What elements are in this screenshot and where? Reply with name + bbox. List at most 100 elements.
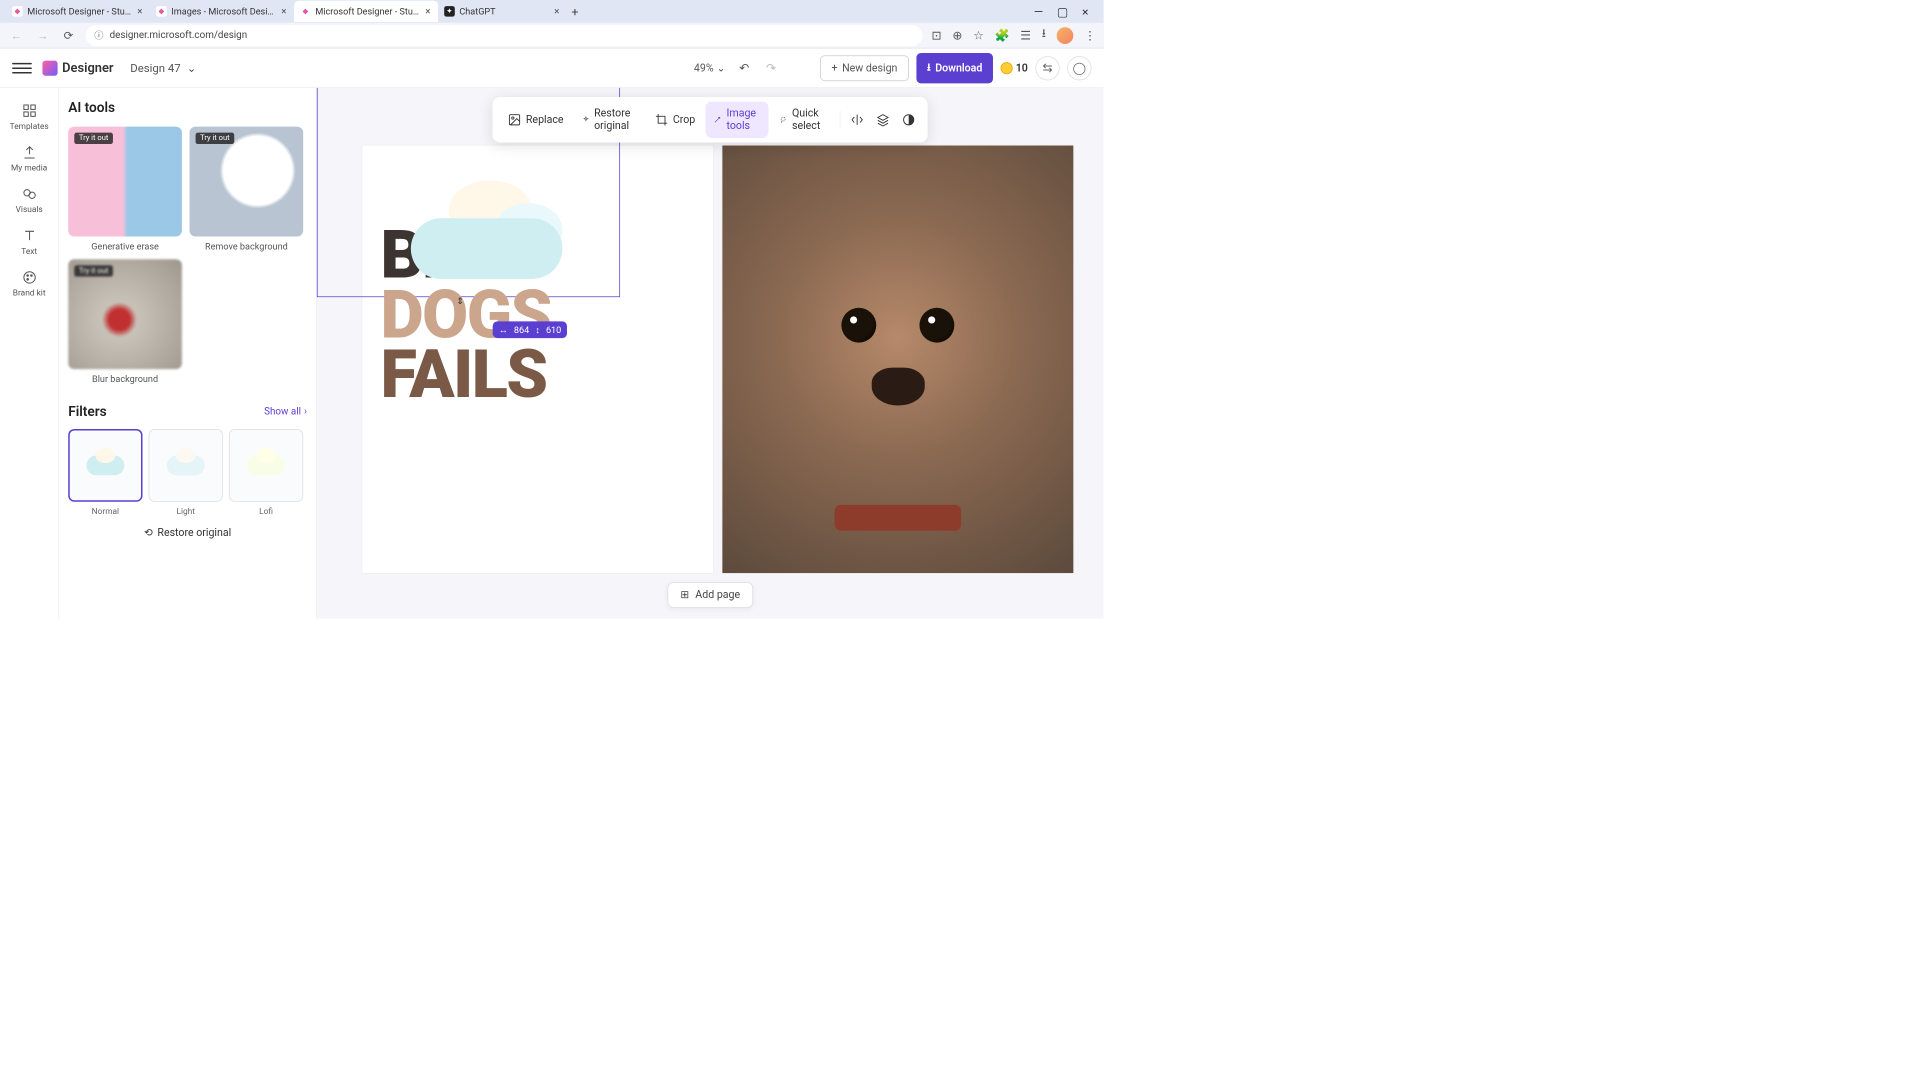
app-logo[interactable]: Designer	[42, 60, 113, 75]
rail-my-media[interactable]: My media	[6, 139, 51, 179]
share-button[interactable]: ⇆	[1035, 56, 1059, 80]
replace-button[interactable]: Replace	[500, 107, 571, 133]
maximize-icon[interactable]: ▢	[1057, 4, 1068, 18]
filter-light[interactable]: Light	[149, 429, 223, 516]
tool-remove-background[interactable]: Try it out Remove background	[190, 127, 304, 252]
design-name-dropdown[interactable]: Design 47 ⌄	[130, 61, 196, 75]
resize-handle-bottom[interactable]: ⇕	[456, 296, 467, 307]
cloud-image[interactable]	[411, 180, 563, 279]
image-icon	[508, 113, 522, 127]
download-label: Download	[935, 62, 982, 74]
window-controls: — ▢ ×	[1034, 4, 1098, 18]
favicon-icon: ◆	[156, 6, 167, 17]
canvas-page-2[interactable]	[722, 146, 1073, 574]
undo-button[interactable]: ↶	[736, 58, 752, 78]
chrome-menu-icon[interactable]: ⋮	[1084, 28, 1096, 42]
address-bar[interactable]: ⓘ	[85, 25, 922, 46]
url-input[interactable]	[110, 30, 914, 41]
visuals-icon	[22, 186, 37, 201]
rail-label: My media	[11, 163, 47, 173]
tool-generative-erase[interactable]: Try it out Generative erase	[68, 127, 182, 252]
downloads-icon[interactable]: ⭳	[1042, 25, 1046, 45]
site-info-icon[interactable]: ⓘ	[94, 29, 103, 42]
add-page-label: Add page	[695, 589, 740, 601]
close-window-icon[interactable]: ×	[1082, 4, 1088, 18]
design-name-label: Design 47	[130, 61, 180, 75]
toolbar-label: Quick select	[792, 108, 826, 132]
coin-icon	[1001, 62, 1013, 74]
layer-button[interactable]	[872, 107, 895, 133]
restore-original-button[interactable]: ⟲ Restore original	[68, 527, 307, 539]
zoom-icon[interactable]: ⊕	[952, 28, 962, 42]
tool-blur-background[interactable]: Try it out Blur background	[68, 259, 182, 384]
filter-label: Lofi	[259, 506, 273, 516]
filter-normal[interactable]: Normal	[68, 429, 142, 516]
ai-tools-heading: AI tools	[68, 100, 307, 116]
browser-tab-active[interactable]: ◆ Microsoft Designer - Stunning ×	[294, 1, 438, 22]
browser-tab[interactable]: ✦ ChatGPT ×	[438, 1, 567, 22]
crop-button[interactable]: Crop	[647, 107, 703, 133]
browser-tab[interactable]: ◆ Images - Microsoft Designer ×	[150, 1, 294, 22]
coin-count: 10	[1016, 62, 1028, 74]
canvas-area[interactable]: Replace Restore original Crop Image tool…	[317, 88, 1104, 619]
quick-select-button[interactable]: Quick select	[772, 102, 834, 138]
close-icon[interactable]: ×	[281, 6, 286, 17]
back-button[interactable]: ←	[8, 25, 25, 45]
new-tab-button[interactable]: +	[567, 1, 583, 21]
rail-visuals[interactable]: Visuals	[6, 180, 51, 220]
rail-brand-kit[interactable]: Brand kit	[6, 264, 51, 304]
layers-icon	[876, 113, 890, 127]
download-button[interactable]: ⭳ Download	[916, 53, 993, 83]
selection-height: 610	[546, 324, 561, 335]
add-page-button[interactable]: ⊞ Add page	[667, 582, 753, 608]
chevron-right-icon: ›	[304, 406, 307, 417]
account-button[interactable]: ◯	[1067, 56, 1091, 80]
tool-label: Generative erase	[91, 241, 159, 252]
show-all-filters[interactable]: Show all ›	[264, 406, 307, 417]
profile-avatar[interactable]	[1057, 27, 1074, 44]
bookmark-icon[interactable]: ☆	[973, 28, 984, 42]
context-toolbar: Replace Restore original Crop Image tool…	[493, 97, 928, 142]
canvas-page-1[interactable]: BEST DOGS FAILS ⇕ ↔ 864 ↕ 610	[362, 146, 713, 574]
upload-icon	[22, 145, 37, 160]
side-panel: AI tools Try it out Generative erase Try…	[59, 88, 317, 619]
restore-icon: ⟲	[144, 527, 153, 539]
browser-tab[interactable]: ◆ Microsoft Designer - Stunning ×	[6, 1, 150, 22]
rail-label: Brand kit	[13, 288, 46, 298]
menu-button[interactable]	[12, 58, 32, 78]
zoom-menu[interactable]: 49% ⌄	[694, 62, 726, 74]
tab-title: Images - Microsoft Designer	[171, 6, 276, 17]
filter-lofi[interactable]: Lofi	[229, 429, 303, 516]
rail-label: Visuals	[16, 205, 43, 215]
install-app-icon[interactable]: ⊡	[932, 28, 942, 42]
credits-counter[interactable]: 10	[1001, 62, 1028, 74]
rail-templates[interactable]: Templates	[6, 97, 51, 137]
image-tools-button[interactable]: Image tools	[706, 102, 769, 138]
forward-button[interactable]: →	[34, 25, 51, 45]
filter-label: Light	[176, 506, 195, 516]
new-design-button[interactable]: + New design	[820, 55, 909, 81]
reload-button[interactable]: ⟳	[61, 25, 77, 45]
try-badge: Try it out	[196, 133, 235, 144]
text-icon	[22, 228, 37, 243]
close-icon[interactable]: ×	[137, 6, 142, 17]
redo-button[interactable]: ↷	[763, 58, 779, 78]
pages-row: BEST DOGS FAILS ⇕ ↔ 864 ↕ 610	[362, 146, 1073, 574]
restore-original-button[interactable]: Restore original	[574, 102, 644, 138]
minimize-icon[interactable]: —	[1034, 4, 1043, 18]
show-all-label: Show all	[264, 406, 301, 417]
sparkle-restore-icon	[582, 113, 590, 127]
reading-list-icon[interactable]: ☰	[1020, 28, 1031, 42]
plus-square-icon: ⊞	[680, 589, 689, 601]
flip-button[interactable]	[846, 107, 869, 133]
close-icon[interactable]: ×	[425, 6, 430, 17]
extensions-icon[interactable]: 🧩	[995, 28, 1010, 42]
text-line-3[interactable]: FAILS	[381, 345, 551, 405]
tool-label: Remove background	[205, 241, 288, 252]
rail-text[interactable]: Text	[6, 222, 51, 262]
opacity-button[interactable]	[898, 107, 921, 133]
close-icon[interactable]: ×	[554, 6, 559, 17]
tab-title: Microsoft Designer - Stunning	[27, 6, 132, 17]
rail-label: Templates	[10, 121, 49, 131]
dog-image[interactable]	[722, 146, 1073, 574]
